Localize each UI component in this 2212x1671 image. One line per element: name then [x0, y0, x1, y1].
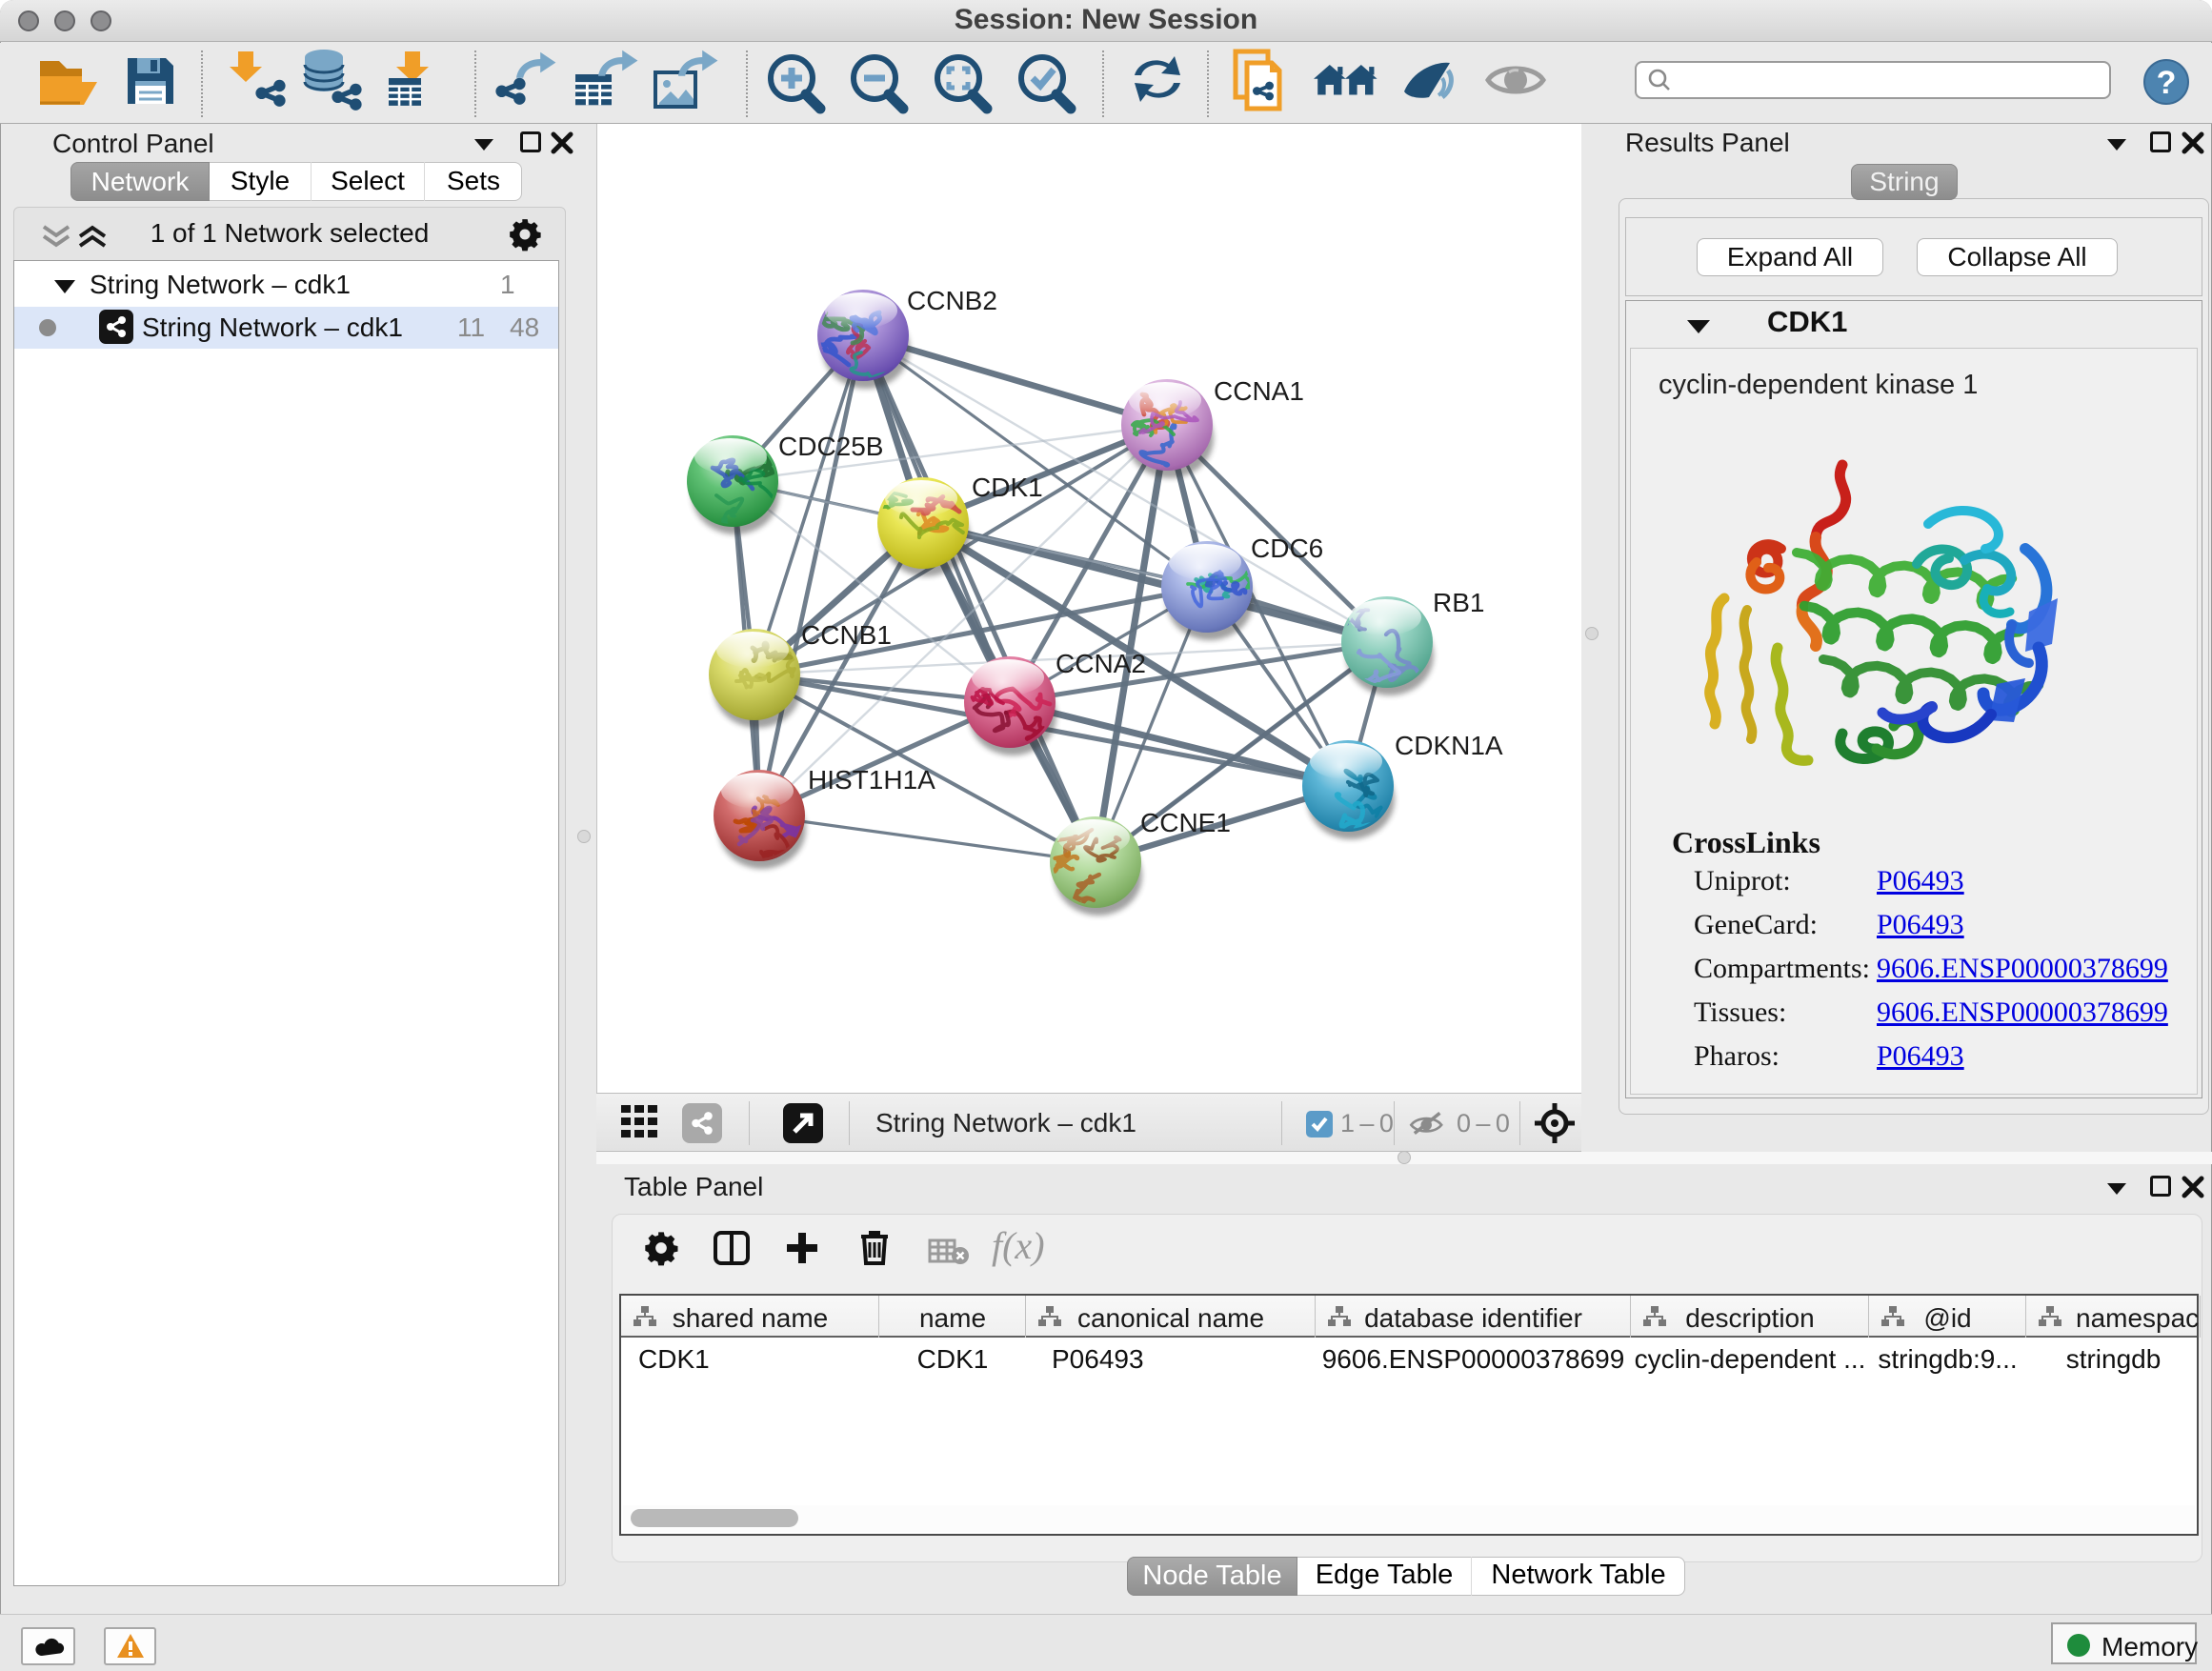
svg-text:HIST1H1A: HIST1H1A: [808, 765, 935, 795]
svg-text:CDC25B: CDC25B: [778, 432, 883, 461]
svg-text:CCNE1: CCNE1: [1140, 808, 1231, 837]
svg-text:CCNB1: CCNB1: [801, 620, 892, 650]
svg-text:CDKN1A: CDKN1A: [1395, 731, 1503, 760]
svg-text:CCNA2: CCNA2: [1056, 649, 1146, 678]
svg-text:CDC6: CDC6: [1251, 534, 1323, 563]
svg-text:CDK1: CDK1: [972, 473, 1043, 502]
svg-text:CCNA1: CCNA1: [1214, 376, 1304, 406]
svg-text:CCNB2: CCNB2: [907, 286, 997, 315]
svg-text:RB1: RB1: [1433, 588, 1484, 617]
